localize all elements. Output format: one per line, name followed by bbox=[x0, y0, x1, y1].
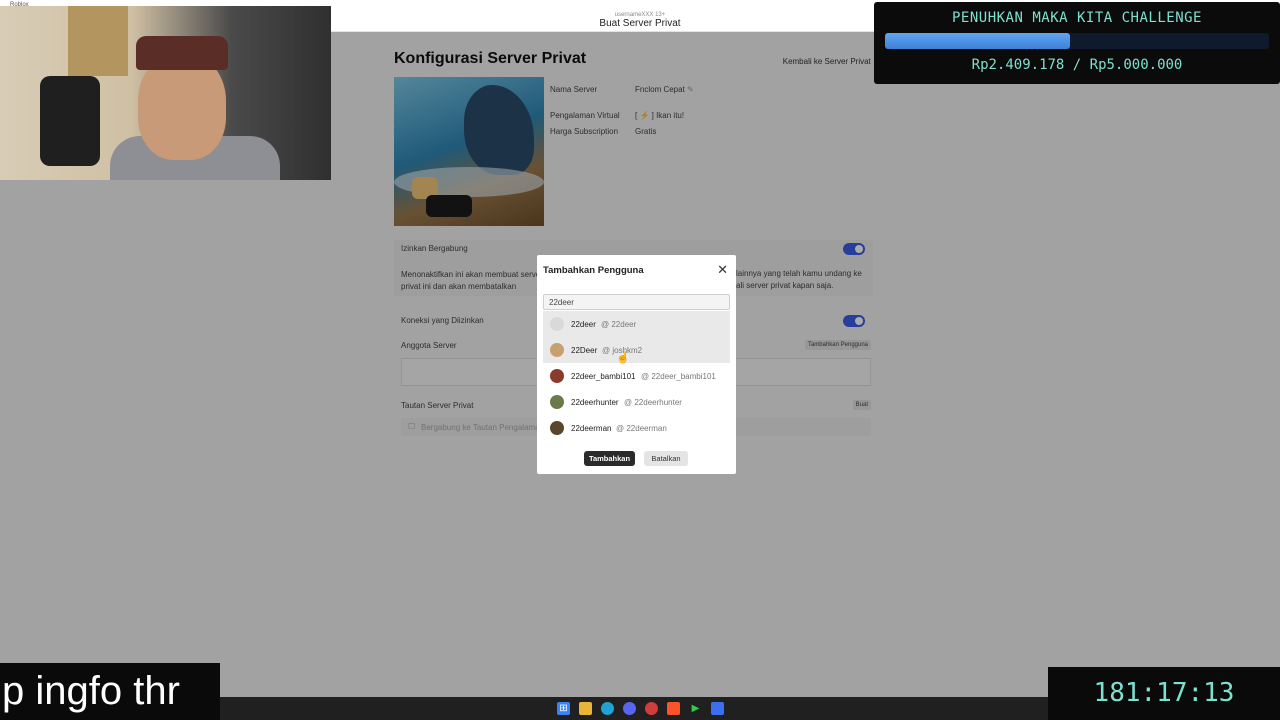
user-result-row[interactable]: 22deerman @ 22deerman bbox=[543, 415, 730, 441]
user-display-name: 22deer bbox=[571, 320, 596, 329]
add-user-modal: Tambahkan Pengguna ✕ 22deer @ 22deer 22Dee… bbox=[537, 255, 736, 474]
roblox-icon[interactable] bbox=[711, 702, 724, 715]
user-search-input[interactable] bbox=[543, 294, 730, 310]
user-result-row[interactable]: 22Deer @ joshkm2 bbox=[543, 337, 730, 363]
user-handle: @ 22deer_bambi101 bbox=[641, 372, 716, 381]
user-display-name: 22deerhunter bbox=[571, 398, 619, 407]
donation-goal-widget: PENUHKAN MAKA KITA CHALLENGE Rp2.409.178… bbox=[874, 2, 1280, 84]
user-result-row[interactable]: 22deerhunter @ 22deerhunter bbox=[543, 389, 730, 415]
avatar bbox=[550, 317, 564, 331]
recording-app-icon[interactable] bbox=[645, 702, 658, 715]
live-caption: p ingfo thr bbox=[0, 663, 220, 720]
modal-title: Tambahkan Pengguna bbox=[543, 265, 644, 276]
donation-progress-fill bbox=[885, 33, 1071, 49]
close-icon[interactable]: ✕ bbox=[717, 262, 728, 278]
add-button[interactable]: Tambahkan bbox=[584, 451, 635, 466]
webcam-chair bbox=[40, 76, 100, 166]
user-handle: @ 22deerhunter bbox=[624, 398, 682, 407]
user-display-name: 22Deer bbox=[571, 346, 598, 355]
donation-title: PENUHKAN MAKA KITA CHALLENGE bbox=[951, 10, 1202, 26]
donation-progress-bar bbox=[885, 33, 1269, 49]
edge-browser-icon[interactable] bbox=[601, 702, 614, 715]
webcam-feed bbox=[0, 6, 331, 180]
user-result-row[interactable]: 22deer @ 22deer bbox=[543, 311, 730, 337]
avatar bbox=[550, 395, 564, 409]
start-icon[interactable]: ⊞ bbox=[557, 702, 570, 715]
hand-cursor-icon: ☝ bbox=[616, 352, 630, 364]
file-explorer-icon[interactable] bbox=[579, 702, 592, 715]
webcam-person-hat bbox=[136, 36, 228, 70]
avatar bbox=[550, 421, 564, 435]
webcam-door bbox=[68, 6, 128, 76]
donation-amount: Rp2.409.178 / Rp5.000.000 bbox=[971, 57, 1183, 73]
play-icon[interactable]: ▶ bbox=[689, 702, 702, 715]
taskbar: ⊞ ▶ bbox=[220, 697, 1048, 720]
user-display-name: 22deer_bambi101 bbox=[571, 372, 636, 381]
user-handle: @ 22deer bbox=[601, 320, 637, 329]
avatar bbox=[550, 369, 564, 383]
avatar bbox=[550, 343, 564, 357]
brave-browser-icon[interactable] bbox=[667, 702, 680, 715]
cancel-button[interactable]: Batalkan bbox=[644, 451, 688, 466]
user-display-name: 22deerman bbox=[571, 424, 612, 433]
stream-timer: 181:17:13 bbox=[1048, 667, 1280, 720]
user-result-row[interactable]: 22deer_bambi101 @ 22deer_bambi101 bbox=[543, 363, 730, 389]
discord-icon[interactable] bbox=[623, 702, 636, 715]
user-handle: @ 22deerman bbox=[616, 424, 667, 433]
